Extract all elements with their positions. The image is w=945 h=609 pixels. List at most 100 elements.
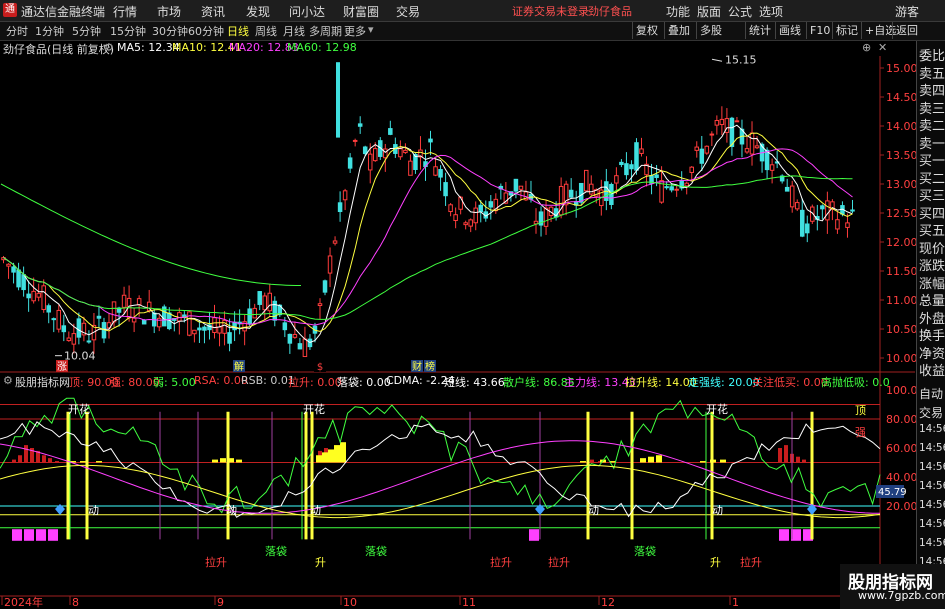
histogram-red-bar: [590, 459, 594, 463]
low-price-mark: 10.04: [64, 350, 96, 363]
indicator-item: RSB: 0.01: [241, 374, 295, 387]
candle-body: [317, 303, 323, 306]
kaihua-label: 开花: [68, 403, 90, 416]
candle-body: [342, 190, 348, 201]
candle-body: [684, 182, 689, 187]
time-axis-label: 12: [601, 596, 615, 609]
candle-body: [16, 269, 21, 288]
qiang-label: 强: [855, 426, 866, 439]
histogram-yellow-bar: [96, 461, 102, 463]
histogram-yellow-bar: [656, 455, 662, 463]
histogram-yellow-bar: [212, 459, 218, 463]
candle-body: [845, 222, 850, 228]
candle-body: [282, 322, 288, 331]
indicator-item: 关注低买: 0.00: [752, 376, 828, 389]
histogram-yellow-bar: [316, 455, 322, 463]
quote-panel-label: 外盘: [919, 311, 945, 327]
auto-trade-label[interactable]: 交易: [919, 404, 943, 421]
candle-body: [337, 202, 343, 213]
candle-body: [51, 318, 57, 321]
histogram-red-bar: [802, 459, 806, 463]
indicator-item: 落袋: 0.00: [337, 376, 391, 389]
histogram-red-bar: [24, 445, 28, 463]
candle-body: [754, 145, 760, 149]
indicator-item: 拉升线: 14.00: [625, 376, 697, 389]
candle-body: [609, 183, 614, 205]
quote-panel-label: 买一: [919, 154, 945, 169]
time-axis-label: 8: [72, 596, 79, 609]
candle-body: [674, 188, 679, 191]
candle-body: [714, 120, 720, 126]
candle-body: [383, 148, 388, 159]
candle-body: [438, 169, 443, 178]
candle-body: [634, 142, 639, 171]
histogram-yellow-bar: [334, 445, 340, 463]
candle-body: [478, 204, 484, 213]
close-icon[interactable]: ✕: [878, 41, 887, 54]
time-axis-label: 9: [217, 596, 224, 609]
indicator-info-bar: ⚙ 股朋指标网 顶: 90.00 强: 80.00 弱: 5.00 RSA: 0.00…: [0, 374, 915, 389]
candle-body: [76, 318, 82, 338]
histogram-yellow-bar: [328, 449, 334, 463]
lasheng-curve: [0, 464, 881, 519]
quote-panel-label: 换手: [919, 329, 945, 344]
event-mark: 榜: [425, 360, 435, 373]
candle-body: [468, 219, 473, 227]
candle-body: [302, 338, 308, 358]
candle-body: [41, 285, 46, 310]
time-axis-label: 2024年: [4, 595, 43, 609]
candle-body: [825, 200, 830, 221]
watermark-url: www.7gpzb.com: [858, 589, 945, 602]
kaihua-label: 开花: [303, 403, 325, 416]
candle-body: [86, 340, 92, 343]
histogram-yellow-bar: [80, 461, 86, 463]
trade-time: 14:56: [919, 423, 945, 435]
candle-body: [267, 292, 273, 312]
price-axis-label: 14.50: [886, 91, 918, 104]
candle-body: [443, 182, 448, 197]
candle-body: [227, 332, 232, 344]
histogram-yellow-bar: [236, 459, 242, 463]
ma60-label: MA60: 12.98: [287, 41, 357, 54]
candle-body: [784, 186, 790, 192]
quote-panel-label: 买三: [919, 189, 945, 204]
histogram-yellow-bar: [340, 442, 346, 463]
candle-body: [488, 201, 494, 208]
histogram-red-bar: [796, 456, 800, 463]
lasheng-label: 拉升: [548, 555, 570, 569]
candle-body: [332, 240, 338, 244]
trade-time: 14:56: [919, 442, 945, 454]
candle-body: [769, 164, 775, 171]
candle-body: [217, 326, 222, 334]
auto-trade-label[interactable]: 自动: [919, 385, 943, 402]
candle-body: [513, 178, 519, 192]
price-axis-label: 13.50: [886, 149, 918, 162]
histogram-red-bar: [42, 455, 46, 463]
signal-block-magenta: [36, 529, 46, 541]
sheng-label: 升: [710, 556, 721, 569]
settings-gear-icon[interactable]: ⚙: [104, 41, 114, 54]
histogram-red-bar: [784, 445, 788, 463]
histogram-red-bar: [778, 448, 782, 463]
candle-body: [212, 317, 217, 333]
candle-body: [744, 148, 750, 153]
candle-body: [749, 132, 755, 155]
dong-label: 动: [712, 504, 723, 517]
candle-body: [11, 266, 16, 273]
quote-panel-label: 涨幅: [919, 276, 945, 292]
histogram-red-bar: [48, 458, 52, 463]
ding-label: 顶: [855, 404, 866, 417]
quote-panel-label: 卖五: [919, 66, 945, 82]
quote-panel-label: 现价: [919, 241, 945, 257]
candle-body: [46, 305, 51, 313]
candle-body: [388, 128, 393, 135]
indicator-item: 高抛低吸: 0.0: [821, 376, 890, 389]
zoom-icon[interactable]: ⊕: [862, 41, 871, 54]
candle-body: [197, 327, 202, 331]
candle-body: [56, 309, 62, 330]
chart-title: 劲仔食品(日线 前复权): [3, 43, 115, 56]
kline-chart[interactable]: 15.00 14.50 14.00 13.50 13.00 12.50 12.00 11.50…: [0, 0, 945, 609]
ma60-history-line: [0, 183, 301, 286]
indicator-gear-icon[interactable]: ⚙: [3, 374, 13, 387]
candle-body: [398, 148, 403, 158]
